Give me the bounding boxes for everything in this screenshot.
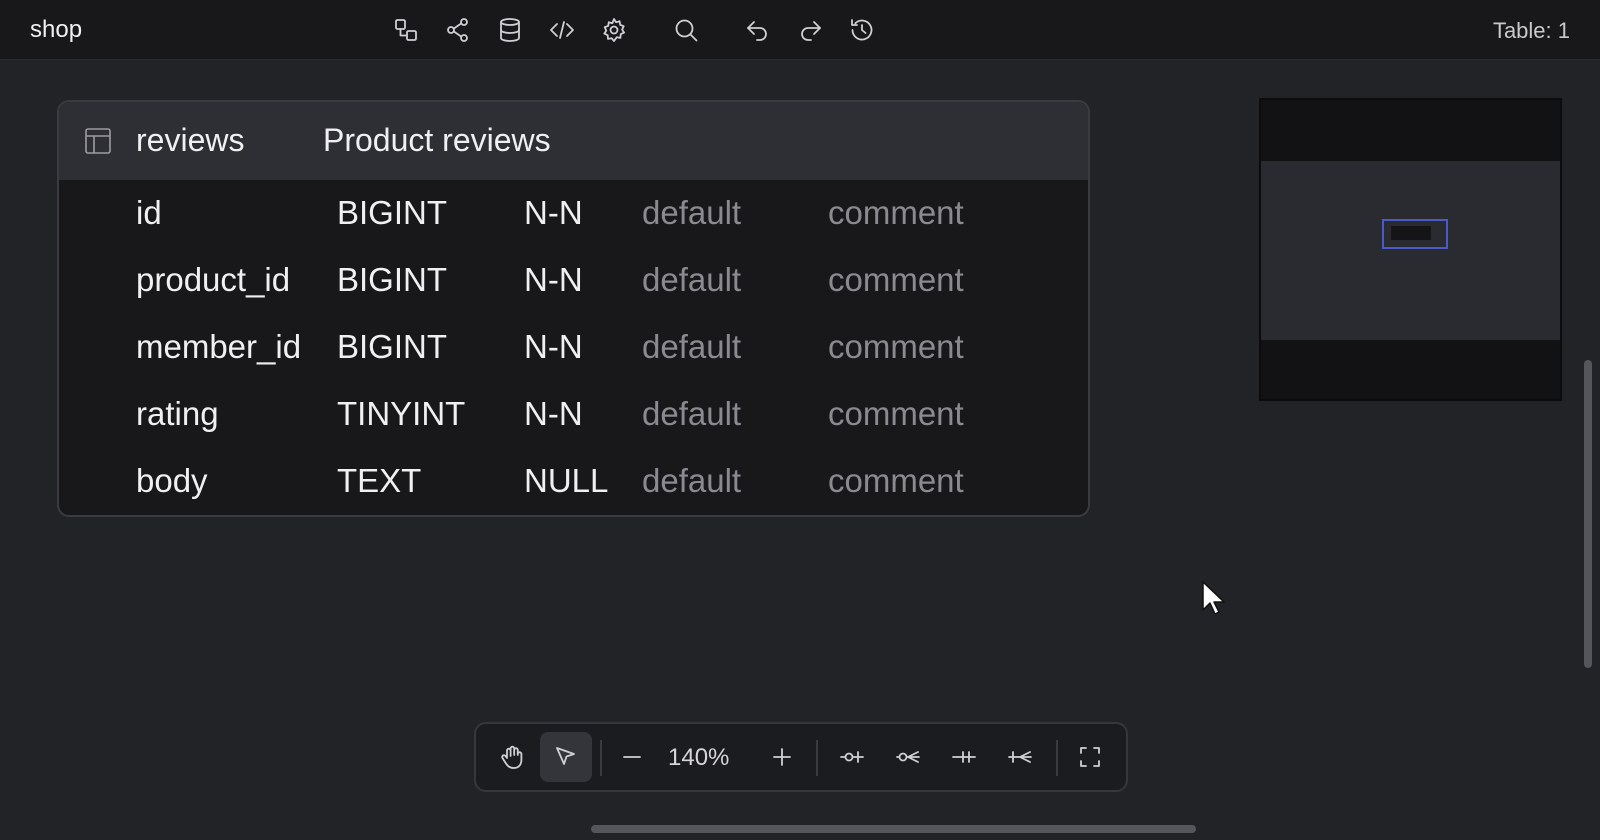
zoom-out-button[interactable] bbox=[606, 732, 658, 782]
column-type[interactable]: TINYINT bbox=[337, 395, 465, 433]
fullscreen-icon bbox=[1080, 747, 1100, 767]
column-nullable[interactable]: N-N bbox=[524, 395, 583, 433]
minimap-table bbox=[1391, 226, 1431, 240]
relation-zero-many-button[interactable] bbox=[882, 732, 934, 782]
column-comment[interactable]: comment bbox=[828, 194, 964, 232]
relation-zero-one-button[interactable] bbox=[826, 732, 878, 782]
table-header[interactable]: reviews Product reviews bbox=[59, 102, 1088, 180]
minimap[interactable] bbox=[1259, 98, 1562, 401]
column-default[interactable]: default bbox=[642, 261, 741, 299]
column-name[interactable]: product_id bbox=[136, 261, 290, 299]
divider bbox=[1056, 740, 1058, 776]
fullscreen-button[interactable] bbox=[1064, 732, 1116, 782]
vertical-scrollbar[interactable] bbox=[1584, 360, 1592, 668]
mouse-cursor-icon bbox=[1200, 580, 1228, 620]
divider bbox=[600, 740, 602, 776]
minimap-canvas-area bbox=[1261, 161, 1560, 340]
column-comment[interactable]: comment bbox=[828, 328, 964, 366]
select-tool-button[interactable] bbox=[540, 732, 592, 782]
table-name[interactable]: reviews bbox=[136, 122, 244, 159]
canvas-controls: 140% bbox=[474, 722, 1128, 792]
column-default[interactable]: default bbox=[642, 395, 741, 433]
project-title: shop bbox=[30, 16, 83, 43]
divider bbox=[816, 740, 818, 776]
column-name[interactable]: member_id bbox=[136, 328, 301, 366]
column-row[interactable]: id BIGINT N-N default comment bbox=[59, 180, 1088, 247]
share-icon[interactable] bbox=[440, 12, 476, 48]
column-nullable[interactable]: N-N bbox=[524, 328, 583, 366]
column-name[interactable]: id bbox=[136, 194, 162, 232]
database-icon[interactable] bbox=[492, 12, 528, 48]
column-name[interactable]: body bbox=[136, 462, 208, 500]
table-icon bbox=[83, 126, 113, 156]
column-row[interactable]: member_id BIGINT N-N default comment bbox=[59, 314, 1088, 381]
relation-one-one-button[interactable] bbox=[938, 732, 990, 782]
relationship-icon[interactable] bbox=[388, 12, 424, 48]
column-default[interactable]: default bbox=[642, 462, 741, 500]
minus-icon bbox=[623, 756, 641, 758]
column-row[interactable]: rating TINYINT N-N default comment bbox=[59, 381, 1088, 448]
pointer-icon bbox=[556, 747, 575, 765]
horizontal-scrollbar[interactable] bbox=[591, 825, 1196, 833]
column-type[interactable]: BIGINT bbox=[337, 261, 447, 299]
column-row[interactable]: product_id BIGINT N-N default comment bbox=[59, 247, 1088, 314]
gear-icon[interactable] bbox=[596, 12, 632, 48]
zero-many-icon bbox=[896, 751, 920, 763]
one-many-icon bbox=[1008, 751, 1032, 763]
undo-icon[interactable] bbox=[740, 12, 776, 48]
zoom-level[interactable]: 140% bbox=[668, 744, 729, 772]
plus-icon bbox=[773, 748, 791, 766]
code-icon[interactable] bbox=[544, 12, 580, 48]
table-card-reviews[interactable]: reviews Product reviews id BIGINT N-N de… bbox=[57, 100, 1090, 517]
relation-one-many-button[interactable] bbox=[994, 732, 1046, 782]
table-comment[interactable]: Product reviews bbox=[323, 122, 551, 159]
column-type[interactable]: BIGINT bbox=[337, 194, 447, 232]
column-comment[interactable]: comment bbox=[828, 462, 964, 500]
one-one-icon bbox=[952, 751, 976, 763]
redo-icon[interactable] bbox=[792, 12, 828, 48]
table-count: Table: 1 bbox=[1492, 18, 1570, 43]
column-nullable[interactable]: N-N bbox=[524, 194, 583, 232]
minimap-viewport[interactable] bbox=[1382, 219, 1448, 249]
zero-one-icon bbox=[840, 751, 864, 763]
top-toolbar: shop Table: 1 bbox=[0, 0, 1600, 60]
history-icon[interactable] bbox=[844, 12, 880, 48]
column-type[interactable]: TEXT bbox=[337, 462, 421, 500]
column-default[interactable]: default bbox=[642, 328, 741, 366]
column-comment[interactable]: comment bbox=[828, 395, 964, 433]
column-nullable[interactable]: NULL bbox=[524, 462, 608, 500]
search-icon[interactable] bbox=[668, 12, 704, 48]
hand-icon bbox=[501, 745, 523, 769]
column-nullable[interactable]: N-N bbox=[524, 261, 583, 299]
column-row[interactable]: body TEXT NULL default comment bbox=[59, 448, 1088, 515]
column-name[interactable]: rating bbox=[136, 395, 219, 433]
zoom-in-button[interactable] bbox=[756, 732, 808, 782]
hand-tool-button[interactable] bbox=[486, 732, 538, 782]
column-comment[interactable]: comment bbox=[828, 261, 964, 299]
column-default[interactable]: default bbox=[642, 194, 741, 232]
column-type[interactable]: BIGINT bbox=[337, 328, 447, 366]
